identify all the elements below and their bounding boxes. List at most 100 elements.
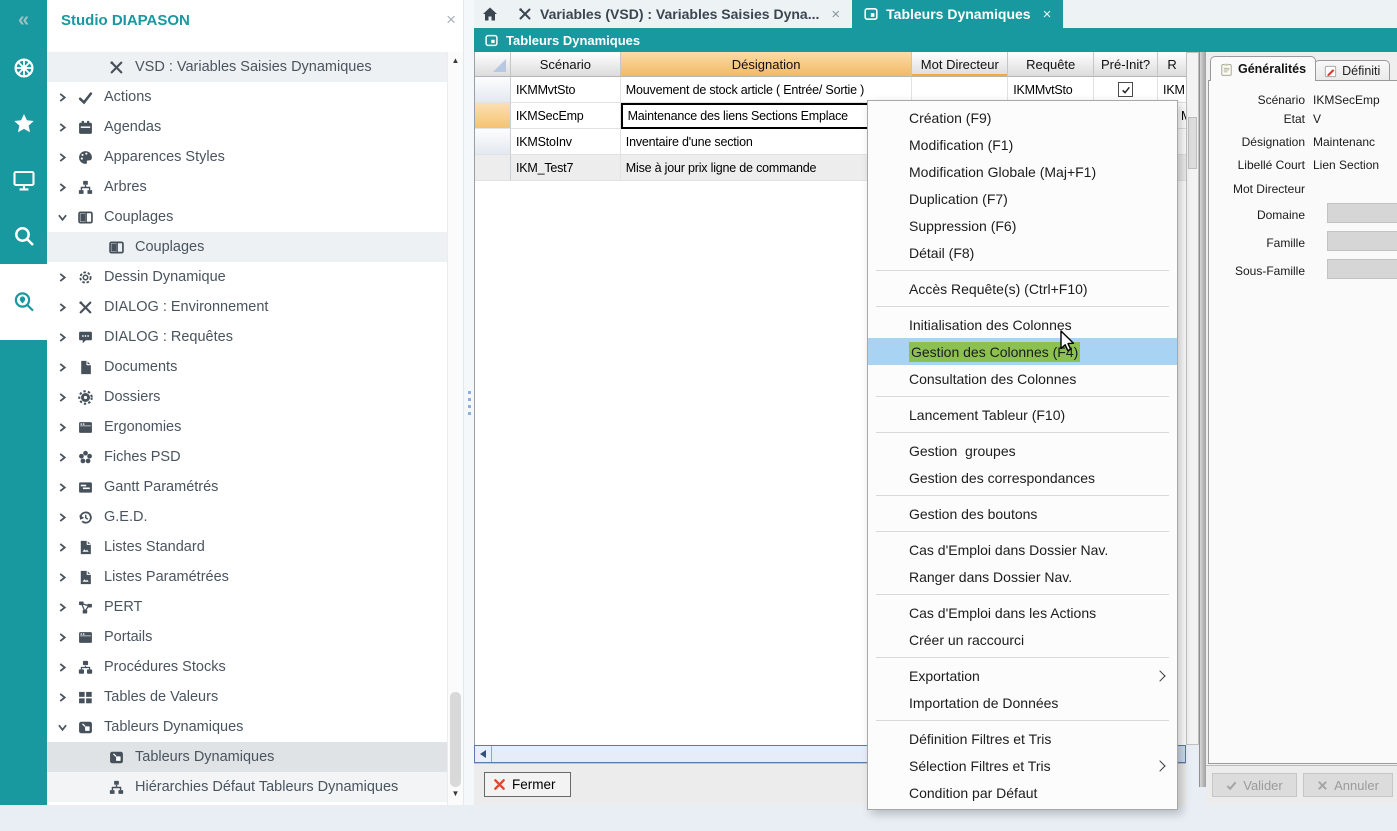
col-header-r[interactable]: R [1158, 52, 1186, 77]
tree-item-pert[interactable]: PERT [47, 592, 448, 622]
col-header-mot-directeur[interactable]: Mot Directeur [912, 52, 1008, 77]
rail-item-favorites[interactable] [0, 96, 47, 152]
scrollbar-thumb[interactable] [1188, 117, 1197, 169]
scrollbar-thumb[interactable] [450, 692, 461, 787]
chevron-right-icon[interactable] [58, 123, 73, 132]
tree-item-couplages[interactable]: Couplages [47, 202, 448, 232]
tree-item-dossiers[interactable]: Dossiers [47, 382, 448, 412]
rail-item-workspace[interactable] [0, 152, 47, 208]
chevron-down-icon[interactable] [58, 723, 73, 732]
chevron-down-icon[interactable] [58, 213, 73, 222]
close-tab-icon[interactable]: × [831, 6, 840, 23]
close-tab-icon[interactable]: × [1043, 6, 1052, 23]
tree-item-tables-de-valeurs[interactable]: Tables de Valeurs [47, 682, 448, 712]
detail-tab-definiti[interactable]: Définiti [1314, 60, 1390, 81]
menu-item-detail-f8[interactable]: Détail (F8) [868, 239, 1177, 266]
tab-tableurs-dynamiques[interactable]: Tableurs Dynamiques× [852, 0, 1063, 28]
tree-item-ergonomies[interactable]: Ergonomies [47, 412, 448, 442]
cell-scenario[interactable]: IKM_Test7 [511, 155, 621, 181]
tree-item-actions[interactable]: Actions [47, 82, 448, 112]
menu-item-cas-d-emploi-dans-dossier-nav[interactable]: Cas d'Emploi dans Dossier Nav. [868, 536, 1177, 563]
tree-item-portails[interactable]: Portails [47, 622, 448, 652]
chevron-right-icon[interactable] [58, 93, 73, 102]
field-input-sous-famille[interactable] [1327, 259, 1397, 279]
menu-item-selection-filtres-et-tris[interactable]: Sélection Filtres et Tris [868, 752, 1177, 779]
tree-item-tableurs-dynamiques[interactable]: Tableurs Dynamiques [47, 742, 448, 772]
chevron-right-icon[interactable] [58, 423, 73, 432]
chevron-right-icon[interactable] [58, 633, 73, 642]
cell-scenario[interactable]: IKMMvtSto [511, 77, 621, 103]
chevron-right-icon[interactable] [58, 453, 73, 462]
home-icon[interactable] [474, 0, 506, 28]
row-header-cell[interactable] [475, 155, 511, 181]
tab-variables-vsd-variables-saisies-dyna[interactable]: Variables (VSD) : Variables Saisies Dyna… [506, 0, 852, 28]
menu-item-exportation[interactable]: Exportation [868, 662, 1177, 689]
col-header-scenario[interactable]: Scénario [511, 52, 621, 77]
menu-item-modification-globale-maj-f1[interactable]: Modification Globale (Maj+F1) [868, 158, 1177, 185]
tree-item-dessin-dynamique[interactable]: Dessin Dynamique [47, 262, 448, 292]
menu-item-gestion-des-correspondances[interactable]: Gestion des correspondances [868, 464, 1177, 491]
rail-item-search[interactable] [0, 208, 47, 264]
scroll-left-button[interactable] [475, 746, 492, 762]
cell-scenario[interactable]: IKMStoInv [511, 129, 621, 155]
table-vertical-scrollbar[interactable] [1186, 52, 1199, 745]
menu-item-ranger-dans-dossier-nav[interactable]: Ranger dans Dossier Nav. [868, 563, 1177, 590]
tree-scrollbar[interactable]: ▲ ▼ [447, 52, 463, 805]
menu-item-duplication-f7[interactable]: Duplication (F7) [868, 185, 1177, 212]
tree-item-documents[interactable]: Documents [47, 352, 448, 382]
tree-item-fiches-psd[interactable]: Fiches PSD [47, 442, 448, 472]
chevron-right-icon[interactable] [58, 513, 73, 522]
scroll-down-icon[interactable]: ▼ [448, 787, 463, 801]
chevron-right-icon[interactable] [58, 303, 73, 312]
fermer-button[interactable]: Fermer [484, 772, 571, 797]
menu-item-definition-filtres-et-tris[interactable]: Définition Filtres et Tris [868, 725, 1177, 752]
tree-item-listes-parametrees[interactable]: Listes Paramétrées [47, 562, 448, 592]
chevron-right-icon[interactable] [58, 603, 73, 612]
chevron-right-icon[interactable] [58, 183, 73, 192]
chevron-right-icon[interactable] [58, 483, 73, 492]
menu-item-creer-un-raccourci[interactable]: Créer un raccourci [868, 626, 1177, 653]
tree-item-g-e-d[interactable]: G.E.D. [47, 502, 448, 532]
tree-item-vsd-variables-saisies-dynamiques[interactable]: VSD : Variables Saisies Dynamiques [47, 52, 448, 82]
tree-item-hierarchies-defaut-tableurs-dynamiques[interactable]: Hiérarchies Défaut Tableurs Dynamiques [47, 772, 448, 802]
tree-item-couplages[interactable]: Couplages [47, 232, 448, 262]
rail-item-collapse-panel[interactable]: « [0, 0, 47, 40]
close-icon[interactable]: × [446, 10, 456, 30]
tree-item-listes-standard[interactable]: Listes Standard [47, 532, 448, 562]
valider-button[interactable]: Valider [1212, 773, 1297, 797]
menu-item-gestion-des-colonnes-f4[interactable]: Gestion des Colonnes (F4) [868, 338, 1177, 365]
col-header-designation[interactable]: Désignation [621, 52, 913, 77]
tree-item-arbres[interactable]: Arbres [47, 172, 448, 202]
row-header-cell[interactable] [475, 103, 511, 129]
menu-item-initialisation-des-colonnes[interactable]: Initialisation des Colonnes [868, 311, 1177, 338]
chevron-right-icon[interactable] [58, 333, 73, 342]
menu-item-cas-d-emploi-dans-les-actions[interactable]: Cas d'Emploi dans les Actions [868, 599, 1177, 626]
field-input-domaine[interactable] [1327, 203, 1397, 223]
row-header-cell[interactable] [475, 129, 511, 155]
chevron-right-icon[interactable] [58, 543, 73, 552]
menu-item-gestion-des-boutons[interactable]: Gestion des boutons [868, 500, 1177, 527]
chevron-right-icon[interactable] [58, 393, 73, 402]
tree-item-apparences-styles[interactable]: Apparences Styles [47, 142, 448, 172]
rail-item-wheel[interactable] [0, 40, 47, 96]
chevron-right-icon[interactable] [58, 273, 73, 282]
tree-item-procedures-stocks[interactable]: Procédures Stocks [47, 652, 448, 682]
menu-item-modification-f1[interactable]: Modification (F1) [868, 131, 1177, 158]
col-header-rowhead[interactable] [475, 52, 511, 77]
chevron-right-icon[interactable] [58, 363, 73, 372]
chevron-right-icon[interactable] [58, 153, 73, 162]
tree-splitter-grip[interactable] [463, 0, 474, 805]
menu-item-suppression-f6[interactable]: Suppression (F6) [868, 212, 1177, 239]
field-input-famille[interactable] [1327, 231, 1397, 251]
annuler-button[interactable]: Annuler [1303, 773, 1393, 797]
detail-panel-splitter[interactable] [1199, 52, 1206, 787]
menu-item-creation-f9[interactable]: Création (F9) [868, 104, 1177, 131]
cell-scenario[interactable]: IKMSecEmp [511, 103, 621, 129]
checkbox-checked-icon[interactable] [1118, 82, 1133, 97]
menu-item-lancement-tableur-f10[interactable]: Lancement Tableur (F10) [868, 401, 1177, 428]
menu-item-condition-par-defaut[interactable]: Condition par Défaut [868, 779, 1177, 806]
menu-item-acces-requete-s-ctrl-f10[interactable]: Accès Requête(s) (Ctrl+F10) [868, 275, 1177, 302]
menu-item-consultation-des-colonnes[interactable]: Consultation des Colonnes [868, 365, 1177, 392]
col-header-pre-init[interactable]: Pré-Init? [1094, 52, 1158, 77]
detail-tab-generalites[interactable]: Généralités [1210, 56, 1316, 81]
